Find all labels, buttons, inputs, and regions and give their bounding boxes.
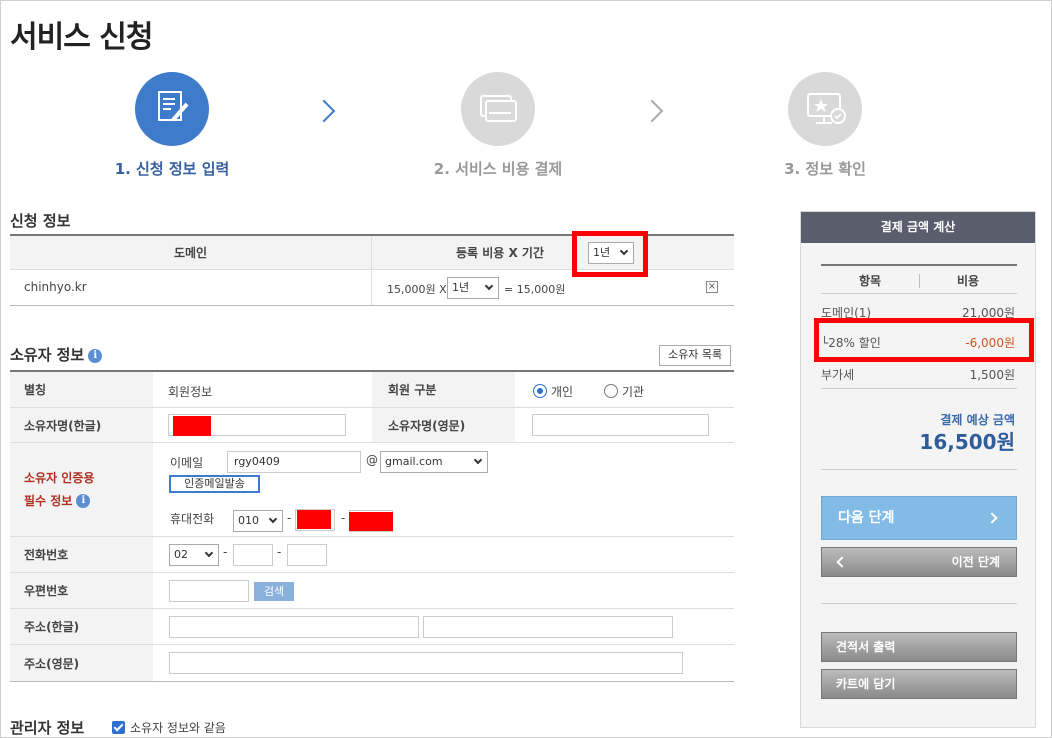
zip-label: 우편번호: [10, 573, 153, 608]
step-2: 2. 서비스 비용 결제: [398, 72, 598, 179]
member-type-label: 회원 구분: [372, 372, 515, 407]
alias-row: 별칭 회원정보 회원 구분 개인 기관: [10, 372, 734, 408]
phone-mid-input[interactable]: [233, 544, 273, 566]
card-icon: [461, 72, 535, 146]
redacted-block: [297, 510, 331, 529]
email-label: 이메일: [170, 456, 204, 470]
next-step-button[interactable]: 다음 단계: [821, 496, 1017, 540]
highlight-box: [814, 318, 1034, 362]
name-kr-label: 소유자명(한글): [10, 408, 153, 442]
monitor-check-icon: [788, 72, 862, 146]
phone-label: 전화번호: [10, 537, 153, 572]
expected-value: 16,500원: [919, 430, 1015, 454]
owner-table: 별칭 회원정보 회원 구분 개인 기관 소유자명(한글) 소유자명(영문) 소유…: [10, 370, 734, 682]
info-icon[interactable]: i: [88, 348, 103, 363]
document-edit-icon: [135, 72, 209, 146]
addr-en-label: 주소(영문): [10, 645, 153, 681]
mobile-label: 휴대전화: [170, 512, 215, 526]
chevron-left-icon: [836, 556, 848, 568]
owner-list-button[interactable]: 소유자 목록: [659, 345, 732, 366]
phone-prefix-select[interactable]: 02: [169, 544, 219, 566]
addr-kr-input-2[interactable]: [423, 616, 673, 638]
admin-section-title: 관리자 정보: [10, 719, 85, 737]
name-en-input[interactable]: [532, 414, 709, 436]
member-type-individual-label: 개인: [551, 385, 574, 399]
alias-label: 별칭: [10, 372, 153, 407]
dash: -: [341, 511, 346, 525]
prev-step-button[interactable]: 이전 단계: [821, 547, 1017, 577]
name-row: 소유자명(한글) 소유자명(영문): [10, 408, 734, 443]
same-as-owner-checkbox[interactable]: [112, 721, 125, 734]
remove-icon[interactable]: ×: [706, 281, 718, 293]
panel-title: 결제 금액 계산: [801, 212, 1035, 243]
member-type-org-label: 기관: [622, 385, 645, 399]
zip-row: 우편번호 검색: [10, 573, 734, 609]
col-domain: 도메인: [173, 246, 208, 260]
step-3-label: 3. 정보 확인: [784, 160, 866, 178]
dash: -: [287, 511, 292, 525]
period-select[interactable]: 1년: [447, 277, 499, 299]
step-1: 1. 신청 정보 입력: [72, 72, 272, 179]
mobile-prefix-select[interactable]: 010: [233, 510, 283, 532]
price-cell: 15,000원 X: [387, 283, 447, 296]
redacted-block: [173, 416, 211, 436]
panel-table-header: 항목 비용: [821, 264, 1017, 294]
addr-en-row: 주소(영문): [10, 645, 734, 681]
auth-label: 소유자 인증용 필수 정보 i: [10, 443, 153, 536]
col-item: 항목: [858, 274, 882, 288]
phone-last-input[interactable]: [287, 544, 327, 566]
addr-en-input[interactable]: [169, 652, 683, 674]
domain-cell: chinhyo.kr: [24, 280, 87, 294]
total-cell: = 15,000원: [504, 283, 566, 296]
add-to-cart-button[interactable]: 카트에 담기: [821, 669, 1017, 699]
addr-kr-row: 주소(한글): [10, 609, 734, 645]
member-type-individual-radio[interactable]: [533, 384, 547, 398]
send-auth-mail-button[interactable]: 인증메일발송: [169, 475, 260, 493]
step-2-label: 2. 서비스 비용 결제: [433, 160, 563, 178]
email-domain-select[interactable]: gmail.com: [380, 451, 488, 473]
step-3: 3. 정보 확인: [725, 72, 925, 179]
info-icon[interactable]: i: [76, 494, 91, 508]
alias-value: 회원정보: [168, 385, 213, 399]
email-id-input[interactable]: rgy0409: [227, 451, 361, 473]
quote-print-button[interactable]: 견적서 출력: [821, 632, 1017, 662]
owner-section-title: 소유자 정보 i: [10, 344, 103, 365]
addr-kr-input-1[interactable]: [169, 616, 419, 638]
col-cost: 비용: [956, 274, 980, 288]
step-1-label: 1. 신청 정보 입력: [114, 160, 230, 178]
panel-row: 부가세 1,500원: [821, 368, 1015, 382]
name-en-label: 소유자명(영문): [372, 408, 515, 442]
col-cost: 등록 비용 X 기간: [455, 246, 545, 260]
email-at: @: [366, 453, 378, 467]
page-title: 서비스 신청: [10, 20, 153, 55]
auth-row: 소유자 인증용 필수 정보 i 이메일 rgy0409 @ gmail.com 인…: [10, 443, 734, 537]
addr-kr-label: 주소(한글): [10, 609, 153, 644]
redacted-block: [349, 512, 393, 531]
same-as-owner-label: 소유자 정보와 같음: [130, 721, 226, 735]
zip-input[interactable]: [169, 580, 249, 602]
zip-search-button[interactable]: 검색: [254, 582, 294, 601]
dash: -: [277, 545, 282, 559]
phone-row: 전화번호 02 - -: [10, 537, 734, 573]
chevron-right-icon: [986, 512, 998, 524]
payment-panel: 결제 금액 계산 항목 비용 도메인(1) 21,000원 └28% 할인 -6…: [800, 211, 1036, 728]
member-type-org-radio[interactable]: [604, 384, 618, 398]
dash: -: [223, 545, 228, 559]
application-section-title: 신청 정보: [10, 212, 71, 230]
highlight-box: [572, 231, 648, 277]
